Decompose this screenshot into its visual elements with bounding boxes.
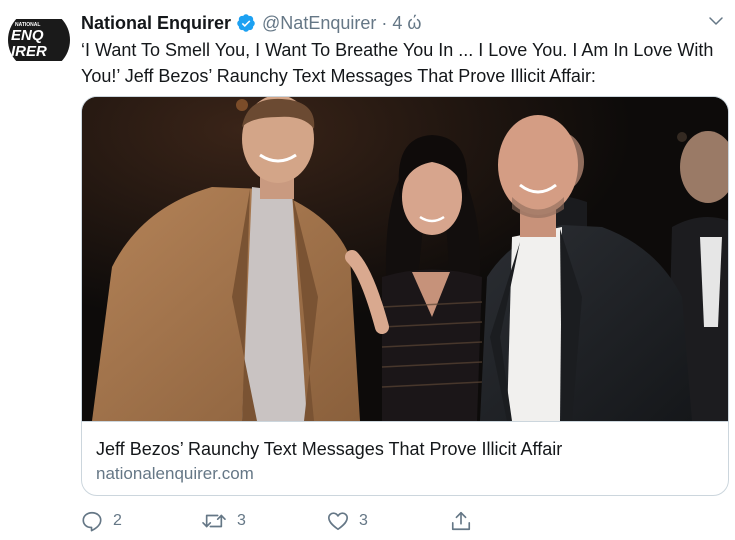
retweet-button[interactable]: 3 (201, 508, 246, 534)
card-photo (82, 97, 728, 421)
tweet-text: ‘I Want To Smell You, I Want To Breathe … (81, 40, 714, 86)
reply-icon (82, 511, 102, 532)
reply-button[interactable]: 2 (81, 508, 122, 534)
link-card[interactable]: Jeff Bezos’ Raunchy Text Messages That P… (81, 96, 729, 496)
separator-dot: · (381, 13, 388, 33)
share-icon (451, 511, 471, 531)
retweet-count: 3 (237, 512, 246, 529)
display-name[interactable]: National Enquirer (81, 11, 231, 35)
avatar[interactable]: NATIONAL ENQ IRER (8, 9, 70, 71)
card-meta[interactable]: Jeff Bezos’ Raunchy Text Messages That P… (82, 421, 728, 495)
tweet[interactable]: NATIONAL ENQ IRER National Enquirer @Nat… (0, 0, 735, 540)
avatar-lettering: NATIONAL ENQ IRER (11, 22, 47, 60)
card-image[interactable] (82, 97, 728, 421)
timestamp[interactable]: 4 ώ (392, 11, 421, 35)
action-bar: 2 3 3 (81, 508, 721, 534)
verified-badge-icon (237, 14, 255, 32)
handle[interactable]: @NatEnquirer (262, 11, 376, 35)
chevron-down-icon[interactable] (707, 12, 725, 30)
share-button[interactable] (450, 508, 472, 534)
svg-text:IRER: IRER (11, 43, 47, 60)
reply-count: 2 (113, 512, 122, 529)
heart-icon (328, 512, 348, 531)
svg-text:ENQ: ENQ (11, 27, 44, 44)
tweet-header: National Enquirer @NatEnquirer · 4 ώ (81, 11, 421, 35)
like-count: 3 (359, 512, 368, 529)
card-domain[interactable]: nationalenquirer.com (96, 463, 254, 485)
card-title[interactable]: Jeff Bezos’ Raunchy Text Messages That P… (96, 438, 562, 460)
like-button[interactable]: 3 (327, 508, 368, 534)
retweet-icon (202, 514, 226, 528)
